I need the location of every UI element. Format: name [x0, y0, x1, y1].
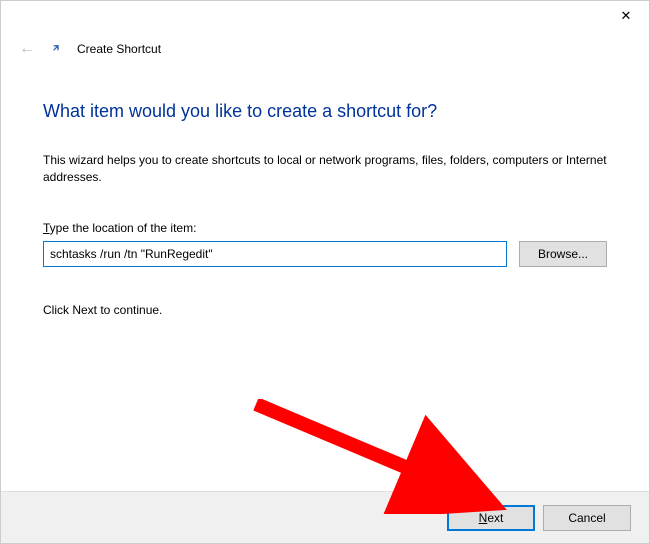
page-heading: What item would you like to create a sho… [43, 101, 607, 122]
wizard-header: ← 🡵 Create Shortcut [1, 37, 649, 61]
back-arrow-icon: ← [19, 41, 35, 57]
location-row: Browse... [43, 241, 607, 267]
wizard-footer: Next Cancel [1, 491, 649, 543]
close-button[interactable]: ✕ [603, 1, 649, 31]
next-button[interactable]: Next [447, 505, 535, 531]
location-label: Type the location of the item: [43, 221, 607, 235]
cancel-button[interactable]: Cancel [543, 505, 631, 531]
continue-text: Click Next to continue. [43, 303, 607, 317]
location-input[interactable] [43, 241, 507, 267]
page-description: This wizard helps you to create shortcut… [43, 152, 607, 187]
shortcut-icon: 🡵 [49, 42, 63, 56]
browse-button[interactable]: Browse... [519, 241, 607, 267]
close-icon: ✕ [621, 8, 632, 24]
wizard-content: What item would you like to create a sho… [1, 61, 649, 317]
wizard-title: Create Shortcut [77, 42, 161, 56]
titlebar: ✕ [1, 1, 649, 37]
